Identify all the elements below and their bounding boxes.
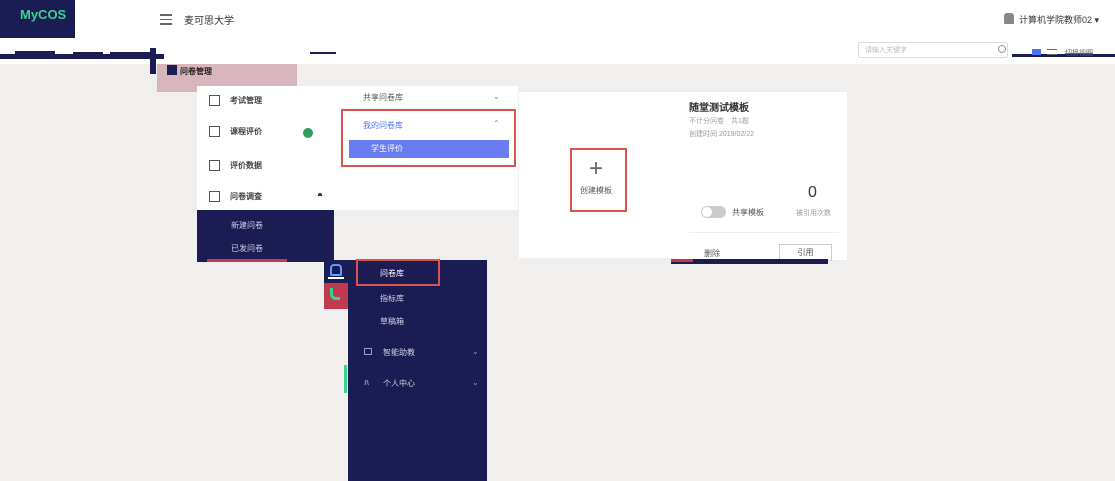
active-indicator [207, 259, 287, 262]
survey-submenu: 新建问卷 已发问卷 [197, 210, 334, 262]
left-menu: 考试管理 课程评价 评价数据 问卷调查 [197, 86, 336, 210]
menu-item-survey[interactable]: 问卷调查 [209, 191, 262, 203]
user-menu[interactable]: 计算机学院教师02 ▾ [1019, 13, 1099, 26]
list-view-icon[interactable] [1047, 49, 1057, 55]
sidebar-item-personal-center[interactable]: 个人中心 [383, 378, 415, 389]
glitch-bar [671, 259, 693, 262]
course-icon [209, 126, 220, 138]
menu-item-course-eval[interactable]: 课程评价 [209, 126, 262, 138]
chevron-up-icon[interactable]: ⌃ [493, 119, 500, 128]
brand-logo[interactable]: MyCOS [0, 0, 75, 38]
notification-icon[interactable] [324, 260, 348, 284]
share-toggle[interactable] [701, 206, 726, 218]
scroll-indicator [344, 365, 347, 393]
survey-icon [209, 191, 220, 203]
glitch-bar [671, 259, 828, 264]
menu-label: 课程评价 [230, 127, 262, 136]
reference-count-label: 被引用次数 [796, 210, 831, 217]
student-eval-item[interactable]: 学生评价 [349, 140, 509, 158]
shared-library-item[interactable]: 共享问卷库 [363, 92, 403, 103]
share-label: 共享模板 [732, 208, 764, 217]
sidebar-item-drafts[interactable]: 草稿箱 [380, 316, 404, 327]
tab-label: 问卷管理 [180, 67, 212, 76]
data-icon [209, 160, 220, 172]
glitch-bar [110, 52, 150, 54]
glitch-bar [15, 51, 55, 54]
template-title: 随堂测试模板 [689, 103, 749, 114]
status-dot [303, 128, 313, 138]
sidebar-item-smart-assistant[interactable]: 智能助教 [383, 347, 415, 358]
menu-label: 考试管理 [230, 96, 262, 105]
main-sidebar [348, 260, 487, 481]
submenu-sent-survey[interactable]: 已发问卷 [231, 243, 263, 254]
assistant-icon [364, 348, 372, 355]
card-divider [689, 232, 839, 233]
school-name: 麦可思大学 [184, 16, 234, 27]
delete-button[interactable]: 删除 [704, 248, 720, 259]
submenu-new-survey[interactable]: 新建问卷 [231, 220, 263, 231]
glitch-bar [1012, 54, 1115, 57]
highlight-my-library [341, 109, 516, 167]
grid-view-icon[interactable] [1032, 49, 1041, 55]
menu-toggle-icon[interactable] [160, 14, 172, 25]
menu-label: 评价数据 [230, 161, 262, 170]
search-input[interactable]: 请输入关键字 [858, 42, 1008, 58]
tab-icon [167, 65, 177, 75]
plus-icon[interactable]: + [589, 157, 603, 181]
phone-icon[interactable] [324, 283, 348, 309]
menu-label: 问卷调查 [230, 192, 262, 201]
user-avatar-icon[interactable] [1004, 13, 1014, 24]
exam-icon [209, 95, 220, 107]
switch-view-link[interactable]: 切换视图 [1065, 48, 1093, 58]
template-date: 创建时间 2019/02/22 [689, 131, 754, 138]
glitch-bar [73, 52, 103, 55]
menu-item-eval-data[interactable]: 评价数据 [209, 160, 262, 172]
chevron-down-icon[interactable]: ⌄ [472, 347, 479, 356]
reference-count: 0 [808, 184, 817, 201]
sidebar-item-indicator-library[interactable]: 指标库 [380, 293, 404, 304]
search-icon[interactable] [998, 45, 1006, 53]
sidebar-item-question-library[interactable]: 问卷库 [380, 268, 404, 279]
template-meta: 不计分问卷 共1题 [689, 118, 749, 125]
glitch-bar [150, 48, 156, 74]
create-template-label[interactable]: 创建模板 [580, 185, 612, 196]
chevron-down-icon[interactable]: ⌄ [493, 92, 500, 101]
glitch-bar [310, 52, 336, 54]
my-library-item[interactable]: 我的问卷库 [363, 120, 403, 131]
menu-item-exam[interactable]: 考试管理 [209, 95, 262, 107]
user-icon: ጸ [364, 377, 370, 387]
chevron-down-icon[interactable]: ⌄ [472, 378, 479, 387]
chevron-up-icon[interactable] [318, 193, 322, 196]
